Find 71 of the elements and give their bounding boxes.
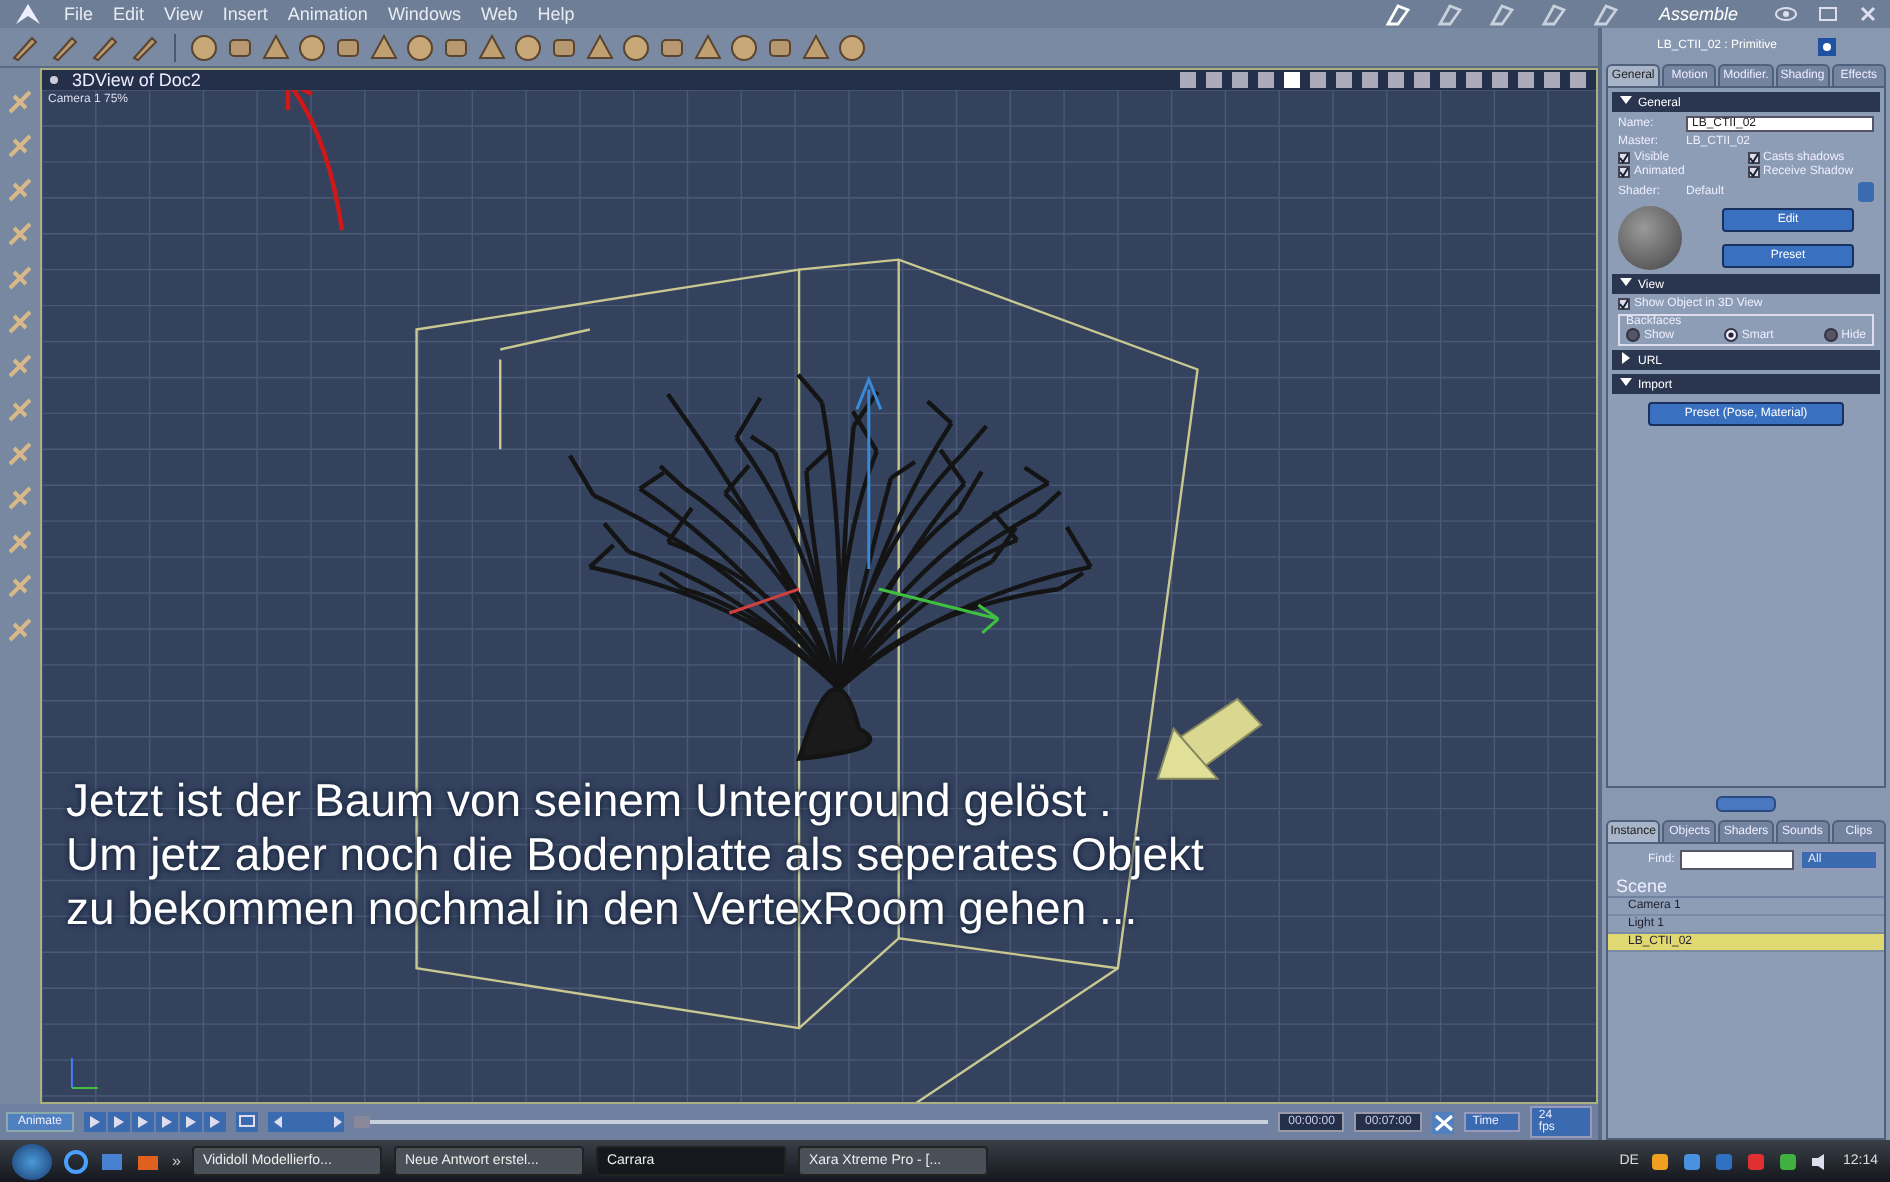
room-icon[interactable] [1434, 2, 1467, 26]
close-icon[interactable] [1858, 4, 1878, 24]
sphere-icon[interactable] [190, 33, 218, 61]
sphere-icon[interactable] [622, 33, 650, 61]
object-icon[interactable] [442, 33, 470, 61]
object-icon[interactable] [766, 33, 794, 61]
tray-icon[interactable] [1682, 1151, 1703, 1171]
sphere-icon[interactable] [514, 33, 542, 61]
room-label: Assemble [1658, 4, 1738, 24]
object-icon[interactable] [262, 33, 290, 61]
slider-thumb[interactable] [353, 1116, 370, 1128]
checkbox[interactable] [1747, 152, 1759, 164]
pin-icon[interactable] [1817, 37, 1836, 55]
room-icon[interactable] [1382, 2, 1415, 26]
room-icon[interactable] [1538, 2, 1571, 26]
room-icon[interactable] [1590, 2, 1623, 26]
desktop-icon[interactable] [100, 1149, 124, 1173]
menu-item[interactable]: Edit [113, 4, 145, 24]
start-button[interactable] [12, 1143, 52, 1179]
checkbox[interactable] [1618, 298, 1630, 310]
tray-icon[interactable] [1778, 1151, 1799, 1171]
tray-icon[interactable] [1650, 1151, 1671, 1171]
object-icon[interactable] [550, 33, 578, 61]
splitter-handle[interactable] [1716, 796, 1776, 812]
sphere-icon[interactable] [838, 33, 866, 61]
object-icon[interactable] [802, 33, 830, 61]
loop-icon[interactable] [236, 1112, 257, 1132]
radio-button[interactable] [1626, 328, 1640, 342]
sphere-icon[interactable] [730, 33, 758, 61]
shader-preview [1618, 206, 1682, 270]
object-icon[interactable] [478, 33, 506, 61]
object-icon[interactable] [226, 33, 254, 61]
object-icon[interactable] [694, 33, 722, 61]
menu-item[interactable]: View [164, 4, 203, 24]
time-slider[interactable] [353, 1114, 1269, 1130]
maximize-icon[interactable] [1818, 4, 1838, 24]
playback-icon[interactable] [108, 1112, 131, 1132]
radio-button[interactable] [1723, 328, 1738, 342]
menu-item[interactable]: Animation [287, 4, 368, 24]
eye-icon[interactable] [1774, 4, 1798, 24]
caret-icon [1620, 276, 1632, 288]
caret-icon [1620, 94, 1632, 106]
object-icon[interactable] [370, 33, 398, 61]
menu-item[interactable]: Insert [222, 4, 268, 24]
playback-icon[interactable] [84, 1112, 107, 1132]
viewport-title: 3DView of Doc2 [72, 70, 201, 90]
playback-icon[interactable] [204, 1112, 227, 1132]
menu-item[interactable]: Windows [387, 4, 461, 24]
checkbox[interactable] [1618, 152, 1630, 164]
object-icon[interactable] [586, 33, 614, 61]
radio-button[interactable] [1823, 328, 1838, 342]
checkbox[interactable] [1618, 166, 1630, 178]
find-field[interactable] [1680, 850, 1794, 870]
tray-icon[interactable] [1714, 1151, 1735, 1171]
cone-arrow-drawing [1156, 697, 1263, 780]
menu-item[interactable]: Help [537, 4, 575, 24]
playback-icon[interactable] [180, 1112, 203, 1132]
menu-item[interactable]: Web [480, 4, 518, 24]
overflow-chevron[interactable]: » [172, 1152, 181, 1170]
object-icon[interactable] [658, 33, 686, 61]
menu-item[interactable]: File [64, 4, 94, 24]
checkbox[interactable] [1747, 166, 1759, 178]
playback-icon[interactable] [156, 1112, 179, 1132]
tray-icon[interactable] [1746, 1151, 1767, 1171]
sphere-icon[interactable] [298, 33, 326, 61]
room-icon[interactable] [1486, 2, 1519, 26]
axis-triad-drawing [70, 1057, 99, 1090]
browser-icon[interactable] [64, 1149, 88, 1173]
sphere-icon[interactable] [406, 33, 434, 61]
playback-icon[interactable] [132, 1112, 155, 1132]
object-icon[interactable] [334, 33, 362, 61]
